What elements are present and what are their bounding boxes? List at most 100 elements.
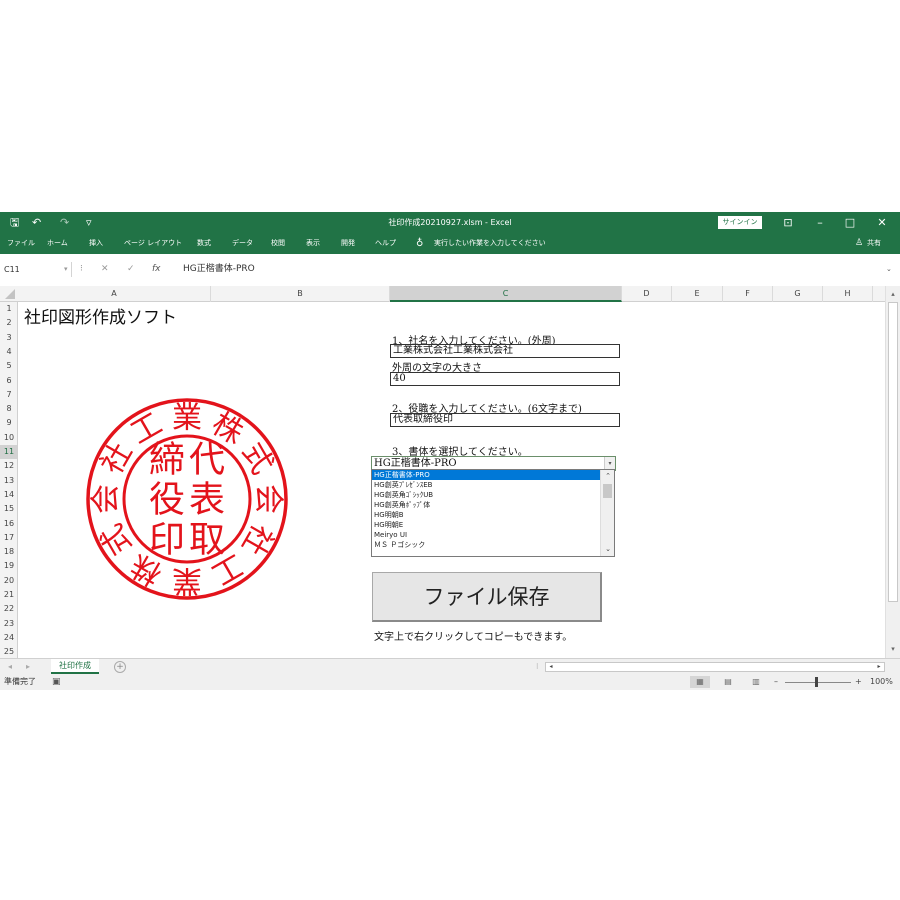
horizontal-scrollbar[interactable]: ◂ ▸ bbox=[545, 662, 885, 672]
row-header[interactable]: 14 bbox=[0, 488, 17, 502]
customize-quick-access-icon[interactable]: ▿ bbox=[86, 212, 92, 233]
row-header[interactable]: 8 bbox=[0, 402, 17, 416]
title-field[interactable]: 代表取締役印 bbox=[390, 413, 620, 427]
confirm-entry-icon[interactable]: ✓ bbox=[127, 262, 135, 277]
cancel-entry-icon[interactable]: ✕ bbox=[101, 262, 109, 277]
add-sheet-button[interactable]: + bbox=[114, 661, 126, 673]
row-header[interactable]: 16 bbox=[0, 517, 17, 531]
undo-icon[interactable]: ↶ bbox=[32, 212, 41, 233]
row-header[interactable]: 22 bbox=[0, 602, 17, 616]
close-button[interactable]: ✕ bbox=[870, 212, 894, 233]
row-header[interactable]: 23 bbox=[0, 617, 17, 631]
tell-me-search[interactable]: 実行したい作業を入力してください bbox=[434, 233, 546, 254]
row-header[interactable]: 19 bbox=[0, 559, 17, 573]
scroll-left-icon[interactable]: ◂ bbox=[546, 663, 556, 671]
name-box[interactable]: C11 bbox=[2, 262, 72, 277]
normal-view-button[interactable]: ▦ bbox=[690, 676, 710, 688]
row-header[interactable]: 3 bbox=[0, 331, 17, 345]
font-option[interactable]: ＭＳ Ｐゴシック bbox=[372, 540, 600, 550]
listbox-scroll-thumb[interactable] bbox=[603, 484, 612, 498]
sheet-tab-active[interactable]: 社印作成 bbox=[51, 659, 99, 674]
macro-record-icon[interactable]: ▣ bbox=[52, 677, 61, 687]
row-header[interactable]: 17 bbox=[0, 531, 17, 545]
column-header-c[interactable]: C bbox=[390, 286, 622, 302]
expand-formula-icon[interactable]: ⌄ bbox=[886, 262, 892, 277]
page-layout-view-button[interactable]: ▤ bbox=[718, 676, 738, 688]
font-option[interactable]: HG創英ﾌﾟﾚｾﾞﾝｽEB bbox=[372, 480, 600, 490]
scroll-down-icon[interactable]: ⌄ bbox=[603, 544, 613, 554]
font-option[interactable]: HG明朝E bbox=[372, 520, 600, 530]
row-header[interactable]: 15 bbox=[0, 502, 17, 516]
scroll-up-icon[interactable]: ⌃ bbox=[603, 471, 613, 481]
row-header[interactable]: 25 bbox=[0, 645, 17, 658]
redo-icon[interactable]: ↷ bbox=[60, 212, 69, 233]
listbox-scrollbar[interactable]: ⌃ ⌄ bbox=[600, 470, 614, 556]
scroll-right-icon[interactable]: ▸ bbox=[874, 663, 884, 671]
column-header-b[interactable]: B bbox=[211, 286, 390, 302]
font-option[interactable]: HG明朝B bbox=[372, 510, 600, 520]
row-header[interactable]: 13 bbox=[0, 474, 17, 488]
column-header-g[interactable]: G bbox=[773, 286, 823, 302]
chevron-down-icon[interactable]: ▾ bbox=[64, 262, 68, 277]
page-break-view-button[interactable]: ▥ bbox=[746, 676, 766, 688]
minimize-button[interactable]: – bbox=[808, 212, 832, 233]
row-header[interactable]: 11 bbox=[0, 445, 17, 459]
row-header[interactable]: 7 bbox=[0, 388, 17, 402]
zoom-slider[interactable] bbox=[785, 682, 851, 683]
next-sheet-icon[interactable]: ▸ bbox=[26, 659, 30, 675]
tab-home[interactable]: ホーム bbox=[47, 233, 68, 254]
tab-formulas[interactable]: 数式 bbox=[197, 233, 211, 254]
formula-input[interactable]: HG正楷書体-PRO bbox=[183, 262, 863, 277]
tab-page-layout[interactable]: ページ レイアウト bbox=[124, 233, 182, 254]
row-header[interactable]: 24 bbox=[0, 631, 17, 645]
insert-function-icon[interactable]: fx bbox=[152, 262, 161, 277]
row-header[interactable]: 20 bbox=[0, 574, 17, 588]
row-header[interactable]: 21 bbox=[0, 588, 17, 602]
column-header-a[interactable]: A bbox=[18, 286, 211, 302]
row-header[interactable]: 2 bbox=[0, 316, 17, 330]
column-header-h[interactable]: H bbox=[823, 286, 873, 302]
zoom-out-button[interactable]: – bbox=[774, 674, 778, 690]
company-name-field[interactable]: 工業株式会社工業株式会社 bbox=[390, 344, 620, 358]
font-listbox[interactable]: HG正楷書体-PRO HG創英ﾌﾟﾚｾﾞﾝｽEB HG創英角ｺﾞｼｯｸUB HG… bbox=[371, 469, 615, 557]
column-header-d[interactable]: D bbox=[622, 286, 672, 302]
tab-view[interactable]: 表示 bbox=[306, 233, 320, 254]
font-option[interactable]: HG創英角ｺﾞｼｯｸUB bbox=[372, 490, 600, 500]
tab-developer[interactable]: 開発 bbox=[341, 233, 355, 254]
drag-handle-icon[interactable]: ⁝ bbox=[80, 262, 83, 277]
font-option[interactable]: HG正楷書体-PRO bbox=[372, 470, 600, 480]
prev-sheet-icon[interactable]: ◂ bbox=[8, 659, 12, 675]
tab-splitter-icon[interactable]: ⁝ bbox=[536, 659, 539, 675]
row-header[interactable]: 4 bbox=[0, 345, 17, 359]
row-header[interactable]: 12 bbox=[0, 459, 17, 473]
row-header[interactable]: 18 bbox=[0, 545, 17, 559]
vertical-scroll-thumb[interactable] bbox=[888, 302, 898, 602]
tab-review[interactable]: 校閲 bbox=[271, 233, 285, 254]
outer-font-size-field[interactable]: 40 bbox=[390, 372, 620, 386]
restore-button[interactable]: □ bbox=[838, 212, 862, 233]
font-option[interactable]: Meiryo UI bbox=[372, 530, 600, 540]
file-save-button[interactable]: ファイル保存 bbox=[372, 572, 602, 622]
company-seal-image[interactable]: 社工業株式会社工業株式会 代締表役取印 bbox=[85, 397, 289, 601]
row-header[interactable]: 5 bbox=[0, 359, 17, 373]
tab-help[interactable]: ヘルプ bbox=[375, 233, 396, 254]
share-button[interactable]: 共有 bbox=[867, 233, 881, 254]
column-header-f[interactable]: F bbox=[723, 286, 773, 302]
select-all-button[interactable] bbox=[0, 286, 18, 302]
signin-button[interactable]: サインイン bbox=[718, 216, 762, 229]
scroll-down-icon[interactable]: ▾ bbox=[888, 644, 898, 654]
font-option[interactable]: HG創英角ﾎﾟｯﾌﾟ体 bbox=[372, 500, 600, 510]
save-icon[interactable]: 🖫 bbox=[10, 212, 19, 233]
tab-insert[interactable]: 挿入 bbox=[89, 233, 103, 254]
row-header[interactable]: 9 bbox=[0, 416, 17, 430]
row-header[interactable]: 10 bbox=[0, 431, 17, 445]
tab-file[interactable]: ファイル bbox=[7, 233, 35, 254]
row-header[interactable]: 6 bbox=[0, 374, 17, 388]
vertical-scrollbar[interactable]: ▴ ▾ bbox=[885, 286, 900, 658]
column-header-e[interactable]: E bbox=[672, 286, 723, 302]
zoom-level[interactable]: 100% bbox=[870, 674, 893, 690]
scroll-up-icon[interactable]: ▴ bbox=[888, 289, 898, 299]
zoom-in-button[interactable]: + bbox=[855, 674, 862, 690]
row-header[interactable]: 1 bbox=[0, 302, 17, 316]
ribbon-display-icon[interactable]: ⊡ bbox=[776, 212, 800, 233]
